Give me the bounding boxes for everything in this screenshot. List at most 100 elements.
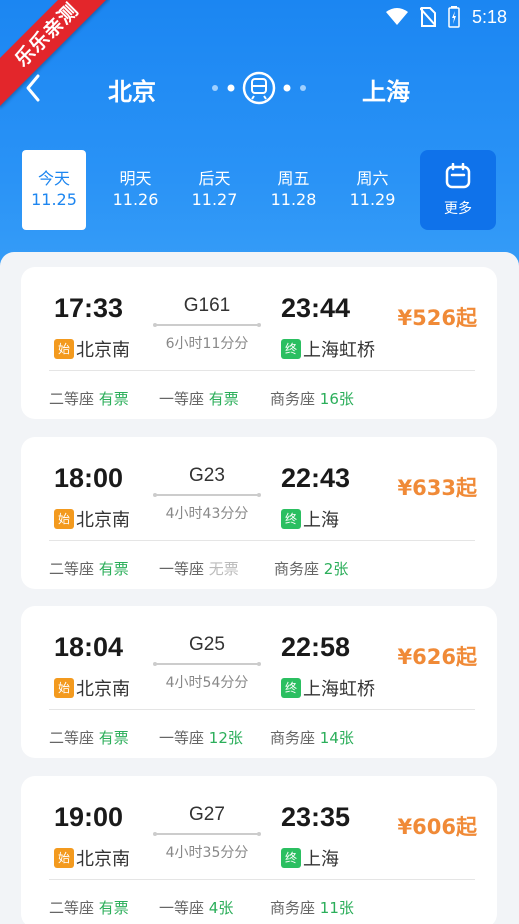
arrival-time: 22:43 — [281, 463, 351, 493]
seat-status: 有票 — [98, 729, 129, 747]
date-tab-date: 11.25 — [31, 190, 77, 209]
to-station-name: 上海虹桥 — [303, 340, 375, 361]
from-station: 始北京南 — [54, 336, 130, 362]
back-arrow-icon[interactable] — [20, 72, 48, 104]
seat-status: 有票 — [208, 390, 239, 408]
date-tab-date: 11.27 — [191, 190, 238, 209]
seat-name: 商务座 — [270, 899, 316, 917]
train-swap-icon[interactable] — [209, 68, 309, 108]
date-tab-date: 11.29 — [349, 190, 396, 209]
date-tab-day: 周五 — [277, 169, 310, 188]
seat-status: 12张 — [208, 729, 243, 747]
seat-second-class: 二等座 有票 — [49, 897, 129, 918]
to-station: 终上海虹桥 — [281, 336, 375, 362]
date-tab-today[interactable]: 今天 11.25 — [22, 150, 86, 230]
train-card[interactable]: 17:33 G161 6小时11分分 23:44 始北京南 终上海虹桥 ¥526… — [21, 267, 497, 419]
from-station-name: 北京南 — [76, 679, 130, 700]
route-line — [153, 662, 261, 666]
train-list: 17:33 G161 6小时11分分 23:44 始北京南 终上海虹桥 ¥526… — [0, 252, 519, 924]
date-tabs: 今天 11.25 明天 11.26 后天 11.27 周五 11.28 周六 1… — [22, 150, 422, 230]
from-city[interactable]: 北京 — [108, 72, 156, 107]
seat-status: 无票 — [208, 560, 239, 578]
to-station-name: 上海 — [303, 510, 339, 531]
to-station: 终上海虹桥 — [281, 675, 375, 701]
from-station-name: 北京南 — [76, 340, 130, 361]
date-tab-friday[interactable]: 周五 11.28 — [254, 150, 333, 230]
start-tag: 始 — [54, 678, 74, 698]
date-tab-tomorrow[interactable]: 明天 11.26 — [96, 150, 175, 230]
route-line — [153, 323, 261, 327]
price: ¥633起 — [397, 476, 477, 500]
seat-name: 一等座 — [159, 390, 205, 408]
departure-time: 18:00 — [54, 463, 124, 493]
seat-status: 16张 — [319, 390, 354, 408]
from-station: 始北京南 — [54, 675, 130, 701]
to-station: 终上海 — [281, 506, 339, 532]
divider — [49, 540, 475, 541]
more-dates-button[interactable]: 更多 — [420, 150, 496, 230]
seat-business-class: 商务座 2张 — [274, 558, 348, 579]
price: ¥606起 — [397, 815, 477, 839]
departure-time: 19:00 — [54, 802, 124, 832]
end-tag: 终 — [281, 339, 301, 359]
from-station-name: 北京南 — [76, 849, 130, 870]
seat-first-class: 一等座 有票 — [159, 388, 239, 409]
to-city[interactable]: 上海 — [362, 72, 410, 107]
divider — [49, 709, 475, 710]
to-station: 终上海 — [281, 845, 339, 871]
duration: 4小时35分分 — [165, 845, 249, 861]
divider — [49, 370, 475, 371]
arrival-time: 22:58 — [281, 632, 351, 662]
end-tag: 终 — [281, 848, 301, 868]
status-time: 5:18 — [471, 6, 507, 27]
seat-first-class: 一等座 4张 — [159, 897, 233, 918]
date-tab-date: 11.28 — [270, 190, 317, 209]
start-tag: 始 — [54, 848, 74, 868]
calendar-icon — [445, 163, 471, 189]
seat-second-class: 二等座 有票 — [49, 558, 129, 579]
no-sim-icon — [419, 7, 436, 27]
seat-first-class: 一等座 无票 — [159, 558, 239, 579]
seat-name: 二等座 — [49, 390, 95, 408]
from-station: 始北京南 — [54, 845, 130, 871]
seat-name: 商务座 — [270, 729, 316, 747]
end-tag: 终 — [281, 509, 301, 529]
train-card[interactable]: 18:04 G25 4小时54分分 22:58 始北京南 终上海虹桥 ¥626起… — [21, 606, 497, 758]
seat-business-class: 商务座 16张 — [270, 388, 354, 409]
departure-time: 17:33 — [54, 293, 124, 323]
seat-status: 有票 — [98, 390, 129, 408]
date-tab-saturday[interactable]: 周六 11.29 — [333, 150, 412, 230]
train-number: G25 — [189, 634, 225, 655]
divider — [49, 879, 475, 880]
route-line — [153, 832, 261, 836]
nav-bar: 北京 上海 — [0, 60, 519, 118]
from-station-name: 北京南 — [76, 510, 130, 531]
start-tag: 始 — [54, 509, 74, 529]
seat-status: 2张 — [323, 560, 349, 578]
duration: 4小时54分分 — [165, 675, 249, 691]
seat-status: 有票 — [98, 899, 129, 917]
train-card[interactable]: 18:00 G23 4小时43分分 22:43 始北京南 终上海 ¥633起 二… — [21, 437, 497, 589]
seat-name: 二等座 — [49, 560, 95, 578]
to-station-name: 上海虹桥 — [303, 679, 375, 700]
date-tab-day: 明天 — [119, 169, 152, 188]
train-number: G161 — [183, 295, 231, 316]
route-line — [153, 493, 261, 497]
battery-icon — [448, 6, 460, 28]
date-tab-day: 后天 — [198, 169, 231, 188]
arrival-time: 23:44 — [281, 293, 351, 323]
train-card[interactable]: 19:00 G27 4小时35分分 23:35 始北京南 终上海 ¥606起 二… — [21, 776, 497, 924]
train-number: G27 — [189, 804, 225, 825]
date-tab-day-after[interactable]: 后天 11.27 — [175, 150, 254, 230]
seat-business-class: 商务座 14张 — [270, 727, 354, 748]
seat-status: 11张 — [319, 899, 354, 917]
train-number: G23 — [189, 465, 225, 486]
seat-business-class: 商务座 11张 — [270, 897, 354, 918]
seat-name: 商务座 — [270, 390, 316, 408]
seat-name: 商务座 — [274, 560, 320, 578]
date-tab-day: 今天 — [37, 169, 70, 188]
seat-status: 有票 — [98, 560, 129, 578]
price: ¥626起 — [397, 645, 477, 669]
seat-status: 4张 — [208, 899, 234, 917]
date-tab-date: 11.26 — [112, 190, 159, 209]
